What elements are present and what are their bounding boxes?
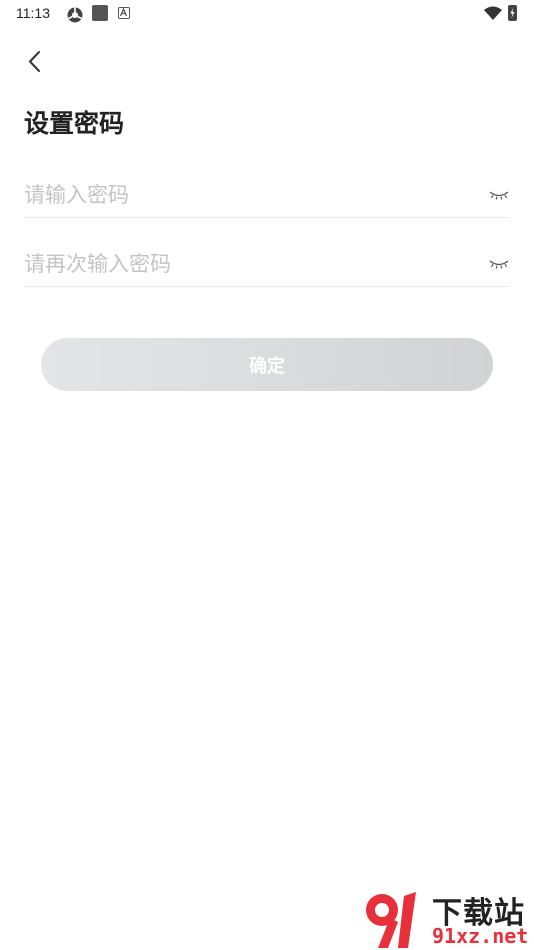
app-square-icon <box>92 5 108 21</box>
chevron-left-icon <box>29 51 40 72</box>
confirm-password-field <box>24 243 510 287</box>
eye-closed-icon[interactable] <box>488 255 510 271</box>
confirm-button[interactable]: 确定 <box>41 338 493 391</box>
a-badge-icon <box>118 7 130 19</box>
password-input[interactable] <box>24 174 474 216</box>
status-bar: 11:13 <box>0 0 534 28</box>
watermark-domain: 91xz.net <box>432 924 529 948</box>
watermark: 下载站 91xz.net <box>360 888 530 948</box>
password-field <box>24 174 510 218</box>
gear-icon <box>67 7 83 23</box>
watermark-logo <box>366 892 416 948</box>
eye-closed-icon[interactable] <box>488 186 510 202</box>
battery-charging-icon <box>508 5 517 21</box>
page-title: 设置密码 <box>24 109 125 138</box>
wifi-icon <box>484 6 502 20</box>
status-time: 11:13 <box>16 5 50 21</box>
back-button[interactable] <box>20 46 52 78</box>
confirm-password-input[interactable] <box>24 243 474 285</box>
